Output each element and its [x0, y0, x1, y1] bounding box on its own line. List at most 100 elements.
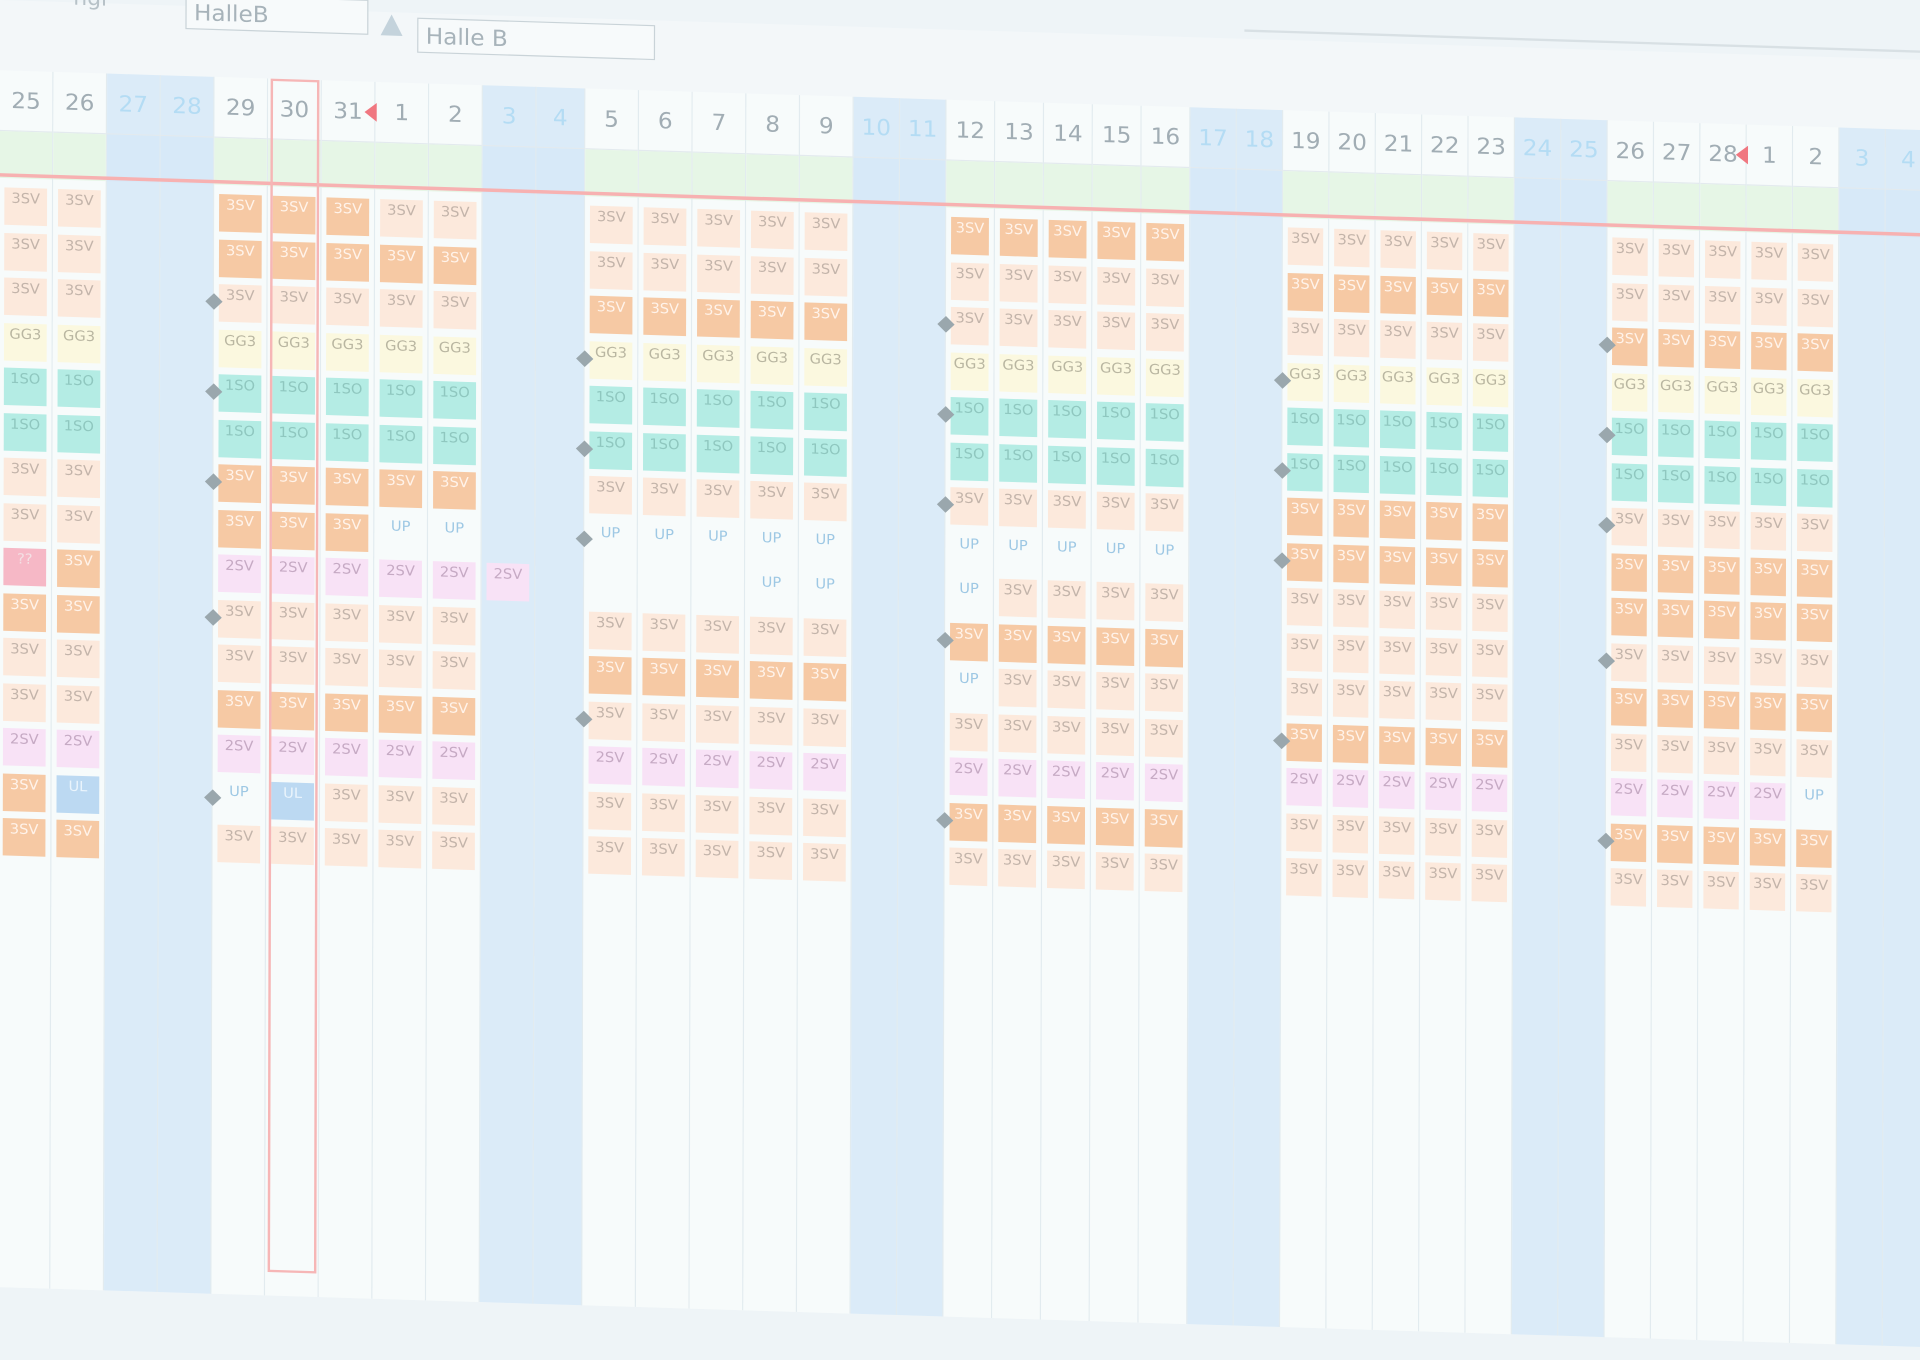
- shift-cell[interactable]: UP: [804, 528, 847, 567]
- day-header[interactable]: 14: [1043, 102, 1092, 166]
- shift-cell[interactable]: 3SV: [4, 187, 48, 227]
- shift-cell[interactable]: 3SV: [4, 277, 47, 317]
- shift-cell[interactable]: 3SV: [1704, 600, 1740, 640]
- shift-cell[interactable]: GG3: [1750, 376, 1787, 416]
- shift-cell[interactable]: 1SO: [1472, 458, 1509, 497]
- shift-cell[interactable]: 3SV: [1425, 637, 1462, 676]
- shift-cell[interactable]: 2SV: [271, 556, 315, 595]
- shift-cell[interactable]: 3SV: [1047, 580, 1086, 619]
- shift-cell[interactable]: 3SV: [589, 295, 633, 335]
- shift-cell[interactable]: GG3: [326, 332, 369, 372]
- shift-cell[interactable]: 3SV: [219, 194, 262, 233]
- shift-cell[interactable]: 3SV: [750, 210, 794, 250]
- shift-cell[interactable]: 3SV: [1612, 282, 1648, 322]
- shift-cell[interactable]: 1SO: [57, 414, 101, 454]
- shift-cell[interactable]: 3SV: [1286, 632, 1323, 672]
- shift-cell[interactable]: GG3: [1704, 375, 1741, 415]
- day-header[interactable]: 11: [900, 98, 946, 161]
- shift-cell[interactable]: 3SV: [1657, 509, 1694, 548]
- shift-cell[interactable]: 3SV: [326, 197, 370, 237]
- shift-cell[interactable]: 1SO: [57, 369, 101, 408]
- shift-cell[interactable]: 3SV: [56, 594, 100, 634]
- shift-cell[interactable]: 1SO: [379, 424, 423, 464]
- shift-cell[interactable]: 3SV: [218, 464, 262, 504]
- day-header[interactable]: 5: [585, 88, 638, 151]
- shift-cell[interactable]: 3SV: [949, 802, 988, 842]
- shift-cell[interactable]: 3SV: [378, 694, 422, 734]
- shift-cell[interactable]: UP: [643, 523, 686, 562]
- shift-cell[interactable]: 2SV: [1332, 769, 1369, 808]
- day-header[interactable]: 15: [1092, 104, 1141, 167]
- shift-cell[interactable]: 3SV: [1751, 286, 1787, 326]
- shift-cell[interactable]: 3SV: [4, 232, 47, 272]
- shift-cell[interactable]: 3SV: [1797, 333, 1833, 372]
- shift-cell[interactable]: 3SV: [433, 470, 476, 510]
- shift-cell[interactable]: UP: [589, 521, 632, 560]
- shift-cell[interactable]: 3SV: [1750, 737, 1786, 776]
- shift-cell[interactable]: 3SV: [3, 457, 47, 497]
- shift-cell[interactable]: 3SV: [3, 502, 47, 542]
- shift-cell[interactable]: 1SO: [1426, 411, 1462, 451]
- shift-cell[interactable]: 3SV: [325, 602, 369, 642]
- shift-cell[interactable]: 3SV: [432, 651, 476, 690]
- shift-cell[interactable]: 3SV: [1333, 589, 1369, 628]
- shift-cell[interactable]: 3SV: [949, 847, 988, 887]
- shift-cell[interactable]: 3SV: [1048, 264, 1087, 304]
- day-header[interactable]: 24: [1514, 117, 1561, 180]
- shift-cell[interactable]: 3SV: [1704, 285, 1741, 324]
- shift-cell[interactable]: 3SV: [1047, 670, 1086, 709]
- day-header[interactable]: 18: [1236, 108, 1283, 171]
- day-header[interactable]: 4: [1885, 128, 1920, 192]
- day-header[interactable]: 10: [853, 96, 899, 160]
- shift-cell[interactable]: 1SO: [1704, 465, 1740, 505]
- shift-cell[interactable]: 2SV: [949, 757, 988, 796]
- shift-cell[interactable]: 3SV: [1425, 817, 1461, 856]
- shift-cell[interactable]: 2SV: [695, 749, 739, 789]
- shift-cell[interactable]: 2SV: [588, 746, 632, 785]
- shift-cell[interactable]: 3SV: [999, 263, 1038, 303]
- shift-cell[interactable]: 1SO: [218, 419, 262, 459]
- shift-cell[interactable]: 3SV: [378, 649, 422, 689]
- shift-cell[interactable]: 3SV: [1047, 715, 1086, 754]
- shift-cell[interactable]: 3SV: [1333, 499, 1369, 538]
- shift-cell[interactable]: UP: [696, 524, 739, 563]
- shift-cell[interactable]: 3SV: [804, 212, 848, 252]
- shift-cell[interactable]: 3SV: [1095, 852, 1134, 891]
- shift-cell[interactable]: 2SV: [432, 561, 476, 600]
- shift-cell[interactable]: 3SV: [217, 824, 261, 864]
- shift-cell[interactable]: 3SV: [643, 252, 687, 292]
- shift-cell[interactable]: 3SV: [1379, 500, 1416, 540]
- shift-cell[interactable]: 3SV: [999, 218, 1038, 257]
- shift-cell[interactable]: 3SV: [1797, 288, 1834, 327]
- shift-cell[interactable]: 2SV: [749, 751, 793, 790]
- shift-cell[interactable]: 3SV: [433, 200, 477, 240]
- shift-cell[interactable]: 1SO: [1048, 400, 1087, 439]
- shift-cell[interactable]: 3SV: [749, 661, 793, 700]
- day-header[interactable]: 29: [214, 76, 267, 140]
- shift-cell[interactable]: 3SV: [1047, 625, 1086, 664]
- shift-cell[interactable]: 3SV: [588, 701, 632, 740]
- shift-cell[interactable]: 1SO: [325, 422, 369, 462]
- shift-cell[interactable]: UP: [750, 526, 793, 565]
- shift-cell[interactable]: 1SO: [433, 380, 477, 420]
- shift-cell[interactable]: 3SV: [57, 189, 101, 228]
- shift-cell[interactable]: 3SV: [1333, 318, 1370, 358]
- day-header[interactable]: 2: [429, 83, 482, 147]
- shift-cell[interactable]: 3SV: [1380, 230, 1416, 269]
- shift-cell[interactable]: 3SV: [1657, 689, 1693, 728]
- shift-cell[interactable]: 1SO: [3, 367, 47, 407]
- shift-cell[interactable]: 3SV: [803, 842, 846, 882]
- shift-cell[interactable]: 3SV: [749, 841, 793, 881]
- shift-cell[interactable]: 3SV: [1704, 555, 1740, 595]
- shift-cell[interactable]: 2SV: [1471, 773, 1508, 813]
- shift-cell[interactable]: 3SV: [57, 549, 100, 589]
- shift-cell[interactable]: 3SV: [1472, 593, 1508, 633]
- shift-cell[interactable]: 3SV: [1610, 823, 1647, 862]
- shift-cell[interactable]: 1SO: [589, 430, 633, 470]
- shift-cell[interactable]: 3SV: [589, 250, 633, 290]
- day-header[interactable]: 16: [1141, 105, 1190, 169]
- shift-cell[interactable]: 3SV: [272, 195, 316, 235]
- shift-cell[interactable]: 3SV: [1425, 682, 1462, 721]
- day-header[interactable]: 22: [1422, 114, 1468, 177]
- shift-cell[interactable]: 3SV: [1704, 330, 1741, 369]
